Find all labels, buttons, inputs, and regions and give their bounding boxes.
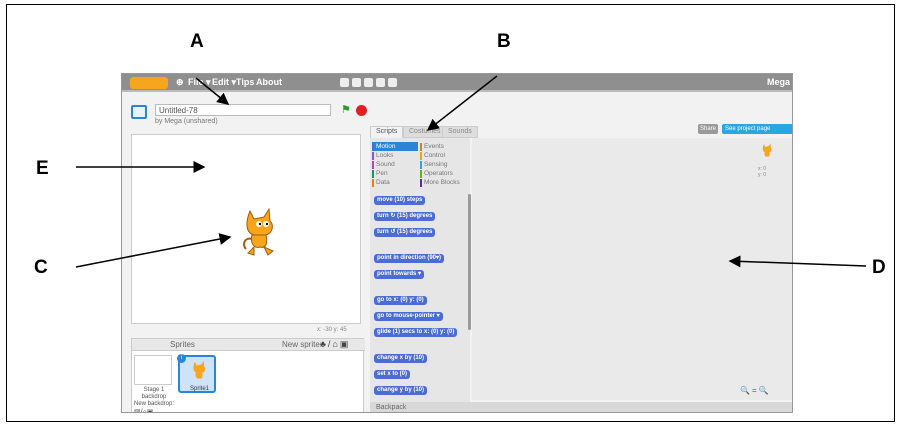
arrow-d <box>728 255 867 268</box>
arrow-b <box>426 75 498 131</box>
callout-arrows <box>75 75 867 268</box>
arrow-c <box>75 233 232 268</box>
arrow-a <box>195 77 230 105</box>
